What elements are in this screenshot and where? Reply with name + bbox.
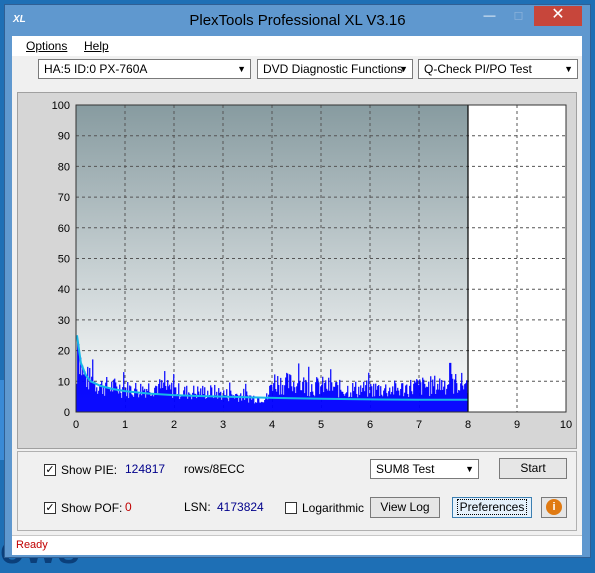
drive-select-value: HA:5 ID:0 PX-760A <box>44 62 148 76</box>
y-tick-label: 40 <box>58 284 70 296</box>
info-button[interactable]: i <box>541 497 567 518</box>
show-poe-checkbox[interactable]: ✓ <box>44 502 56 514</box>
pie-value: 124817 <box>125 462 166 476</box>
y-tick-label: 20 <box>58 346 70 358</box>
menu-bar: Options Help <box>12 36 582 56</box>
x-tick-label: 2 <box>171 419 177 431</box>
pie-unit: rows/8ECC <box>184 462 245 476</box>
x-tick-label: 4 <box>269 419 275 431</box>
x-tick-label: 1 <box>122 419 128 431</box>
pi-po-chart: 0 10 20 30 40 50 60 70 80 90 100 0 1 2 3 4 5 6 7 8 9 10 <box>52 100 572 431</box>
chevron-down-icon: ▼ <box>465 464 474 474</box>
logarithmic-label: Logarithmic <box>302 501 365 515</box>
menu-help-label: Help <box>84 39 109 53</box>
maximize-icon: ◻ <box>513 8 524 22</box>
minimize-button[interactable]: — <box>476 6 503 26</box>
drive-select[interactable]: HA:5 ID:0 PX-760A ▼ <box>38 59 251 79</box>
view-log-button[interactable]: View Log <box>370 497 440 518</box>
function-select-value: DVD Diagnostic Functions <box>263 62 404 76</box>
sum8-select-value: SUM8 Test <box>376 462 435 476</box>
chevron-down-icon: ▼ <box>564 64 573 74</box>
x-tick-label: 5 <box>318 419 324 431</box>
x-tick-label: 7 <box>416 419 422 431</box>
preferences-button[interactable]: Preferences <box>452 497 532 518</box>
show-pie-label: Show PIE: <box>61 463 118 477</box>
x-tick-label: 3 <box>220 419 226 431</box>
test-select[interactable]: Q-Check PI/PO Test ▼ <box>418 59 578 79</box>
poe-value: 0 <box>125 500 132 514</box>
preferences-label: Preferences <box>456 499 528 515</box>
x-tick-label: 9 <box>514 419 520 431</box>
x-tick-label: 6 <box>367 419 373 431</box>
info-icon: i <box>546 499 562 515</box>
app-window: XL PlexTools Professional XL V3.16 — ◻ ✕… <box>4 4 591 558</box>
show-pie-checkbox[interactable]: ✓ <box>44 464 56 476</box>
view-log-label: View Log <box>380 500 430 514</box>
lsn-value: 4173824 <box>217 500 264 514</box>
x-tick-label: 0 <box>73 419 79 431</box>
y-tick-label: 70 <box>58 192 70 204</box>
start-button[interactable]: Start <box>499 458 567 479</box>
close-button[interactable]: ✕ <box>534 6 582 26</box>
chart-panel: 0 10 20 30 40 50 60 70 80 90 100 0 1 2 3 4 5 6 7 8 9 10 <box>17 92 577 449</box>
chevron-down-icon: ▼ <box>399 64 408 74</box>
chevron-down-icon: ▼ <box>237 64 246 74</box>
stats-panel: ✓ Show PIE: 124817 rows/8ECC SUM8 Test ▼… <box>17 451 577 531</box>
y-tick-label: 80 <box>58 161 70 173</box>
close-icon: ✕ <box>551 6 565 23</box>
menu-help[interactable]: Help <box>84 39 109 53</box>
y-tick-label: 30 <box>58 315 70 327</box>
maximize-button[interactable]: ◻ <box>505 6 532 26</box>
y-tick-label: 100 <box>52 100 70 112</box>
minimize-icon: — <box>483 8 496 22</box>
y-tick-label: 10 <box>58 376 70 388</box>
y-tick-label: 50 <box>58 254 70 266</box>
y-tick-label: 90 <box>58 131 70 143</box>
show-poe-label: Show POF: <box>61 501 123 515</box>
y-tick-label: 60 <box>58 223 70 235</box>
x-tick-label: 8 <box>465 419 471 431</box>
menu-options[interactable]: Options <box>26 39 67 53</box>
sum8-select[interactable]: SUM8 Test ▼ <box>370 459 479 479</box>
lsn-label: LSN: <box>184 500 211 514</box>
start-button-label: Start <box>520 461 546 475</box>
y-tick-label: 0 <box>64 407 70 419</box>
status-text: Ready <box>16 539 48 551</box>
status-bar: Ready <box>12 535 582 555</box>
test-select-value: Q-Check PI/PO Test <box>424 62 532 76</box>
title-bar[interactable]: XL PlexTools Professional XL V3.16 — ◻ ✕ <box>5 5 590 37</box>
client-area: Options Help HA:5 ID:0 PX-760A ▼ DVD Dia… <box>12 36 582 555</box>
menu-options-label: Options <box>26 39 68 53</box>
x-tick-label: 10 <box>560 419 572 431</box>
function-select[interactable]: DVD Diagnostic Functions ▼ <box>257 59 413 79</box>
logarithmic-checkbox[interactable] <box>285 502 297 514</box>
